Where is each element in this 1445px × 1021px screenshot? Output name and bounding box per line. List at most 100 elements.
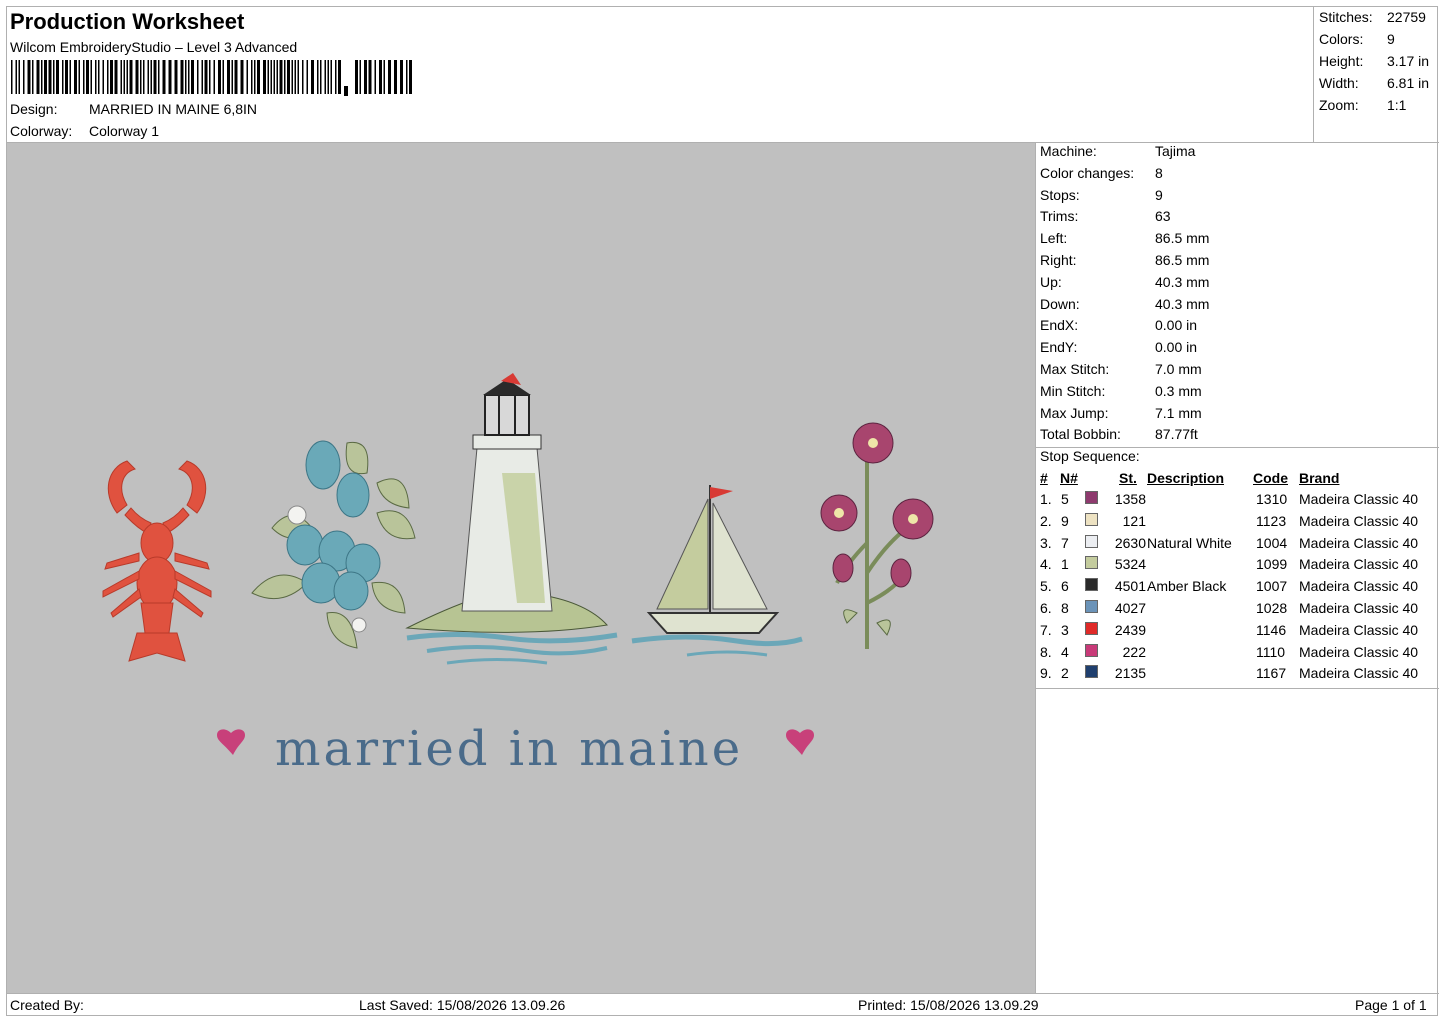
info-label: Trims:	[1040, 208, 1079, 225]
stat-colors: Colors: 9	[1319, 31, 1395, 47]
info-value: 0.00 in	[1155, 339, 1198, 356]
design-text: married in maine	[275, 721, 743, 777]
design-row: Design: MARRIED IN MAINE 6,8IN	[10, 101, 257, 117]
stat-stitches: Stitches: 22759	[1319, 9, 1426, 25]
color-swatch	[1085, 665, 1098, 679]
thread-code: 1167	[1256, 665, 1287, 682]
table-row: 2. 9 121 1123 Madeira Classic 40	[1036, 512, 1439, 535]
info-value: 0.3 mm	[1155, 382, 1202, 399]
info-label: Left:	[1040, 230, 1068, 247]
needle-num: 2	[1061, 665, 1069, 682]
table-row: 9. 2 2135 1167 Madeira Classic 40	[1036, 665, 1439, 687]
table-row: 5. 6 4501 Amber Black 1007 Madeira Classic 40	[1036, 578, 1439, 600]
table-row: 3. 7 2630 Natural White 1004 Madeira Classic …	[1036, 534, 1439, 557]
worksheet-footer: Created By: Last Saved: 15/08/2026 13.09…	[7, 993, 1439, 1017]
thread-code: 1123	[1256, 512, 1287, 529]
stitch-count: 222	[1122, 643, 1146, 660]
info-value: 40.3 mm	[1155, 295, 1210, 312]
design-preview: married in maine	[7, 143, 1036, 993]
stitch-count: 2135	[1114, 665, 1146, 682]
info-label: Max Stitch:	[1040, 361, 1110, 377]
machine-info-row: EndY: 0.00 in	[1040, 339, 1197, 355]
stop-sequence-title: Stop Sequence:	[1040, 448, 1140, 464]
worksheet: Production Worksheet Wilcom EmbroiderySt…	[6, 6, 1439, 1017]
machine-info-row: Stops: 9	[1040, 187, 1163, 203]
table-row: 1. 5 1358 1310 Madeira Classic 40	[1036, 491, 1439, 513]
info-label: Color changes:	[1040, 164, 1135, 181]
colorway-row: Colorway: Colorway 1	[10, 123, 159, 139]
needle-num: 8	[1061, 600, 1069, 616]
info-value: 86.5 mm	[1155, 252, 1210, 268]
stat-width: Width: 6.81 in	[1319, 75, 1430, 91]
stop-num: 8.	[1040, 643, 1052, 660]
needle-num: 4	[1061, 643, 1069, 660]
machine-info-row: Down: 40.3 mm	[1040, 296, 1209, 312]
info-value: Tajima	[1155, 143, 1196, 159]
created-by: Created By:	[10, 997, 84, 1013]
thread-description: Amber Black	[1147, 578, 1227, 595]
software-name: Wilcom EmbroideryStudio – Level 3 Advanc…	[10, 39, 298, 55]
col-header-brand: Brand	[1299, 470, 1340, 486]
design-label: Design:	[10, 101, 58, 117]
last-saved: Last Saved: 15/08/2026 13.09.26	[359, 997, 566, 1013]
color-swatch	[1085, 600, 1098, 613]
heart-icon	[217, 729, 245, 755]
machine-info-row: EndX: 0.00 in	[1040, 317, 1197, 333]
thread-code: 1110	[1256, 643, 1286, 660]
thread-code: 1004	[1256, 534, 1288, 551]
info-value: 7.1 mm	[1155, 404, 1202, 421]
info-value: 87.77ft	[1155, 426, 1198, 443]
machine-info-row: Max Stitch: 7.0 mm	[1040, 361, 1202, 377]
info-label: Stops:	[1040, 186, 1080, 203]
thread-brand: Madeira Classic 40	[1299, 600, 1419, 616]
info-label: Down:	[1040, 295, 1080, 312]
info-value: 63	[1155, 208, 1171, 225]
machine-info-row: Trims: 63	[1040, 208, 1171, 224]
page-number: Page 1 of 1	[1355, 997, 1427, 1013]
barcode	[11, 60, 412, 96]
lighthouse-icon	[405, 373, 618, 665]
machine-info-row: Color changes: 8	[1040, 165, 1163, 181]
col-header-description: Description	[1147, 470, 1225, 486]
needle-num: 1	[1061, 556, 1069, 573]
info-value: 8	[1155, 164, 1163, 181]
table-row: 4. 1 5324 1099 Madeira Classic 40	[1036, 556, 1439, 578]
thread-brand: Madeira Classic 40	[1299, 578, 1419, 595]
info-label: Total Bobbin:	[1040, 426, 1121, 443]
machine-info-row: Max Jump: 7.1 mm	[1040, 405, 1202, 421]
stop-num: 4.	[1040, 556, 1052, 573]
stat-zoom: Zoom: 1:1	[1319, 97, 1407, 113]
design-stats: Stitches: 22759 Colors: 9 Height: 3.17 in W…	[1314, 7, 1439, 143]
stitch-count: 4027	[1114, 600, 1146, 616]
info-label: Machine:	[1040, 143, 1097, 159]
stitch-count: 2630	[1114, 534, 1146, 551]
color-swatch	[1085, 643, 1098, 657]
info-label: Right:	[1040, 252, 1077, 268]
machine-info-row: Left: 86.5 mm	[1040, 230, 1209, 246]
needle-num: 9	[1061, 512, 1069, 529]
lobster-icon	[102, 460, 212, 662]
stop-num: 9.	[1040, 665, 1052, 682]
heart-icon	[786, 729, 814, 755]
needle-num: 5	[1061, 491, 1069, 507]
thread-brand: Madeira Classic 40	[1299, 643, 1419, 660]
colorway-value: Colorway 1	[89, 123, 160, 139]
needle-num: 7	[1061, 534, 1069, 551]
machine-info-row: Right: 86.5 mm	[1040, 252, 1209, 268]
stitch-count: 1358	[1114, 491, 1146, 507]
stop-num: 5.	[1040, 578, 1052, 595]
needle-num: 3	[1061, 621, 1069, 638]
printed-date: Printed: 15/08/2026 13.09.29	[858, 997, 1039, 1013]
info-label: Up:	[1040, 273, 1062, 290]
thread-brand: Madeira Classic 40	[1299, 621, 1419, 638]
stitch-count: 5324	[1114, 556, 1146, 573]
thread-code: 1028	[1256, 600, 1288, 616]
info-value: 86.5 mm	[1155, 230, 1210, 247]
thread-brand: Madeira Classic 40	[1299, 491, 1419, 507]
stop-num: 3.	[1040, 534, 1052, 551]
sailboat-icon	[631, 485, 803, 657]
blueberry-branch-icon	[251, 440, 416, 649]
page-title: Production Worksheet	[10, 9, 245, 34]
needle-num: 6	[1061, 578, 1069, 595]
stitch-count: 2439	[1114, 621, 1146, 638]
